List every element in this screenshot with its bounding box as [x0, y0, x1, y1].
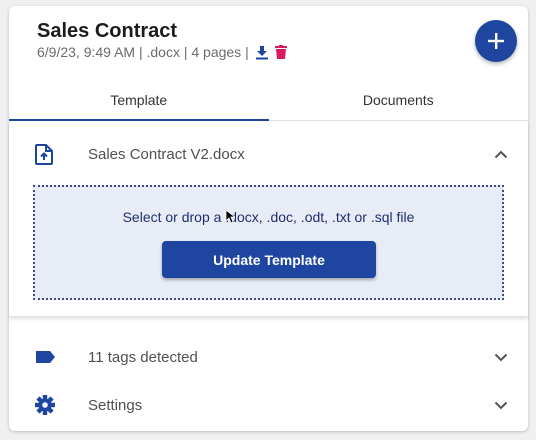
document-meta: 6/9/23, 9:49 AM | .docx | 4 pages | — [37, 44, 287, 60]
trash-icon[interactable] — [274, 45, 287, 59]
update-template-button[interactable]: Update Template — [162, 241, 376, 278]
tab-documents[interactable]: Documents — [269, 79, 529, 120]
mouse-pointer-icon — [225, 209, 237, 229]
tab-template[interactable]: Template — [9, 79, 269, 121]
label-tag-icon — [35, 350, 56, 364]
file-upload-icon — [35, 143, 53, 165]
tags-section-header[interactable]: 11 tags detected — [9, 337, 528, 377]
tab-bar: Template Documents — [9, 79, 528, 121]
document-card: Sales Contract 6/9/23, 9:49 AM | .docx |… — [9, 6, 528, 431]
plus-icon — [487, 32, 505, 50]
template-dropzone[interactable]: Select or drop a .docx, .doc, .odt, .txt… — [33, 185, 504, 300]
chevron-down-icon[interactable] — [494, 353, 508, 362]
chevron-up-icon[interactable] — [494, 150, 508, 159]
chevron-down-icon[interactable] — [494, 401, 508, 410]
document-meta-text: 6/9/23, 9:49 AM | .docx | 4 pages | — [37, 44, 249, 60]
gear-icon — [35, 395, 55, 415]
settings-section-header[interactable]: Settings — [9, 385, 528, 425]
document-title: Sales Contract — [37, 20, 178, 42]
dropzone-instructions: Select or drop a .docx, .doc, .odt, .txt… — [122, 209, 415, 225]
tags-detected-label: 11 tags detected — [88, 348, 198, 366]
settings-label: Settings — [88, 396, 143, 414]
add-button[interactable] — [475, 20, 517, 62]
template-file-header[interactable]: Sales Contract V2.docx — [9, 134, 528, 174]
download-icon[interactable] — [255, 45, 269, 60]
template-file-name: Sales Contract V2.docx — [88, 145, 245, 163]
